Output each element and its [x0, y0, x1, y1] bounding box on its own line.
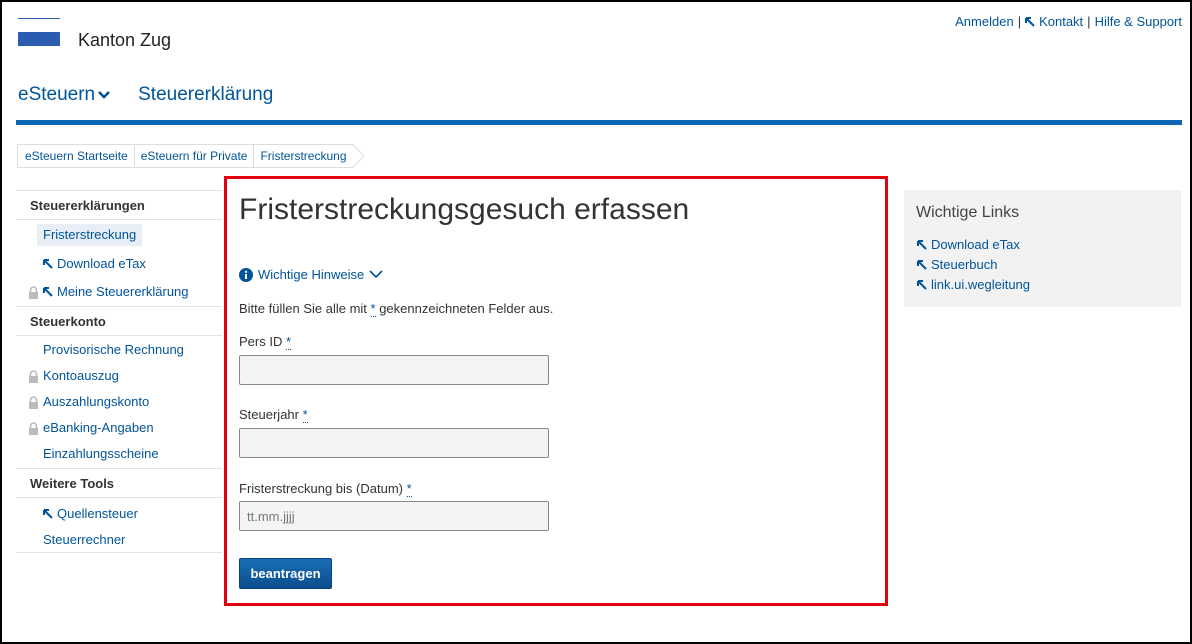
logo-mark — [18, 18, 60, 46]
lock-icon — [29, 421, 38, 435]
frist-datum-input[interactable] — [239, 501, 549, 531]
nav-divider — [16, 120, 1182, 125]
link-label: Steuerbuch — [931, 257, 998, 272]
steuerjahr-label: Steuerjahr * — [239, 407, 308, 423]
hints-label: Wichtige Hinweise — [258, 267, 365, 282]
frist-datum-label: Fristerstreckung bis (Datum) * — [239, 481, 412, 497]
sidebar: Steuererklärungen Fristerstreckung Downl… — [16, 190, 222, 553]
beantragen-button[interactable]: beantragen — [239, 558, 332, 589]
sidebar-item-label: Download eTax — [57, 256, 146, 271]
chevron-down-icon — [98, 91, 111, 99]
nav-esteuern-label: eSteuern — [18, 84, 96, 105]
hints-toggle[interactable]: Wichtige Hinweise — [239, 267, 383, 282]
sidebar-item-label: eBanking-Angaben — [43, 420, 154, 435]
sidebar-item-einzahlungsscheine[interactable]: Einzahlungsscheine — [16, 441, 222, 467]
sidebar-item-meine-steuererklaerung[interactable]: Meine Steuererklärung — [16, 279, 222, 305]
sidebar-item-label: Kontoauszug — [43, 368, 119, 383]
sidebar-item-ebanking-angaben[interactable]: eBanking-Angaben — [16, 415, 222, 441]
sidebar-item-download-etax[interactable]: Download eTax — [16, 251, 222, 277]
sidebar-item-steuerrechner[interactable]: Steuerrechner — [16, 527, 222, 553]
sidebar-item-label: Quellensteuer — [57, 506, 138, 521]
sidebar-section-steuerkonto: Steuerkonto — [16, 306, 222, 336]
nav-steuererklaerung[interactable]: Steuererklärung — [138, 84, 273, 106]
required-star: * — [285, 334, 292, 350]
breadcrumb-item-fristerstreckung[interactable]: Fristerstreckung — [253, 144, 353, 168]
sidebar-item-fristerstreckung[interactable]: Fristerstreckung — [16, 222, 222, 248]
pers-id-input[interactable] — [239, 355, 549, 385]
important-links-title: Wichtige Links — [916, 204, 1020, 221]
logo-text: Kanton Zug — [78, 30, 172, 50]
sidebar-item-label: Steuerrechner — [43, 531, 126, 547]
sidebar-item-label: Provisorische Rechnung — [43, 342, 184, 357]
login-link[interactable]: Anmelden — [955, 14, 1014, 29]
external-arrow-icon — [1025, 17, 1035, 27]
lock-icon — [29, 369, 38, 383]
chevron-down-icon — [369, 270, 383, 279]
external-arrow-icon — [917, 279, 927, 290]
steuerjahr-input[interactable] — [239, 428, 549, 458]
pers-id-label: Pers ID * — [239, 334, 292, 350]
link-label: link.ui.wegleitung — [931, 277, 1031, 292]
sidebar-item-quellensteuer[interactable]: Quellensteuer — [16, 501, 222, 527]
sidebar-section-weitere-tools: Weitere Tools — [16, 468, 222, 498]
help-link[interactable]: Hilfe & Support — [1095, 14, 1182, 29]
link-download-etax[interactable]: Download eTax — [917, 237, 1020, 252]
link-wegleitung[interactable]: link.ui.wegleitung — [917, 277, 1030, 292]
contact-link[interactable]: Kontakt — [1025, 14, 1083, 29]
breadcrumb-arrow-tip — [352, 144, 365, 168]
link-steuerbuch[interactable]: Steuerbuch — [917, 257, 998, 272]
external-arrow-icon — [917, 259, 927, 270]
page-title: Fristerstreckungsgesuch erfassen — [239, 193, 690, 226]
separator: | — [1087, 14, 1091, 29]
breadcrumb-item-startseite[interactable]: eSteuern Startseite — [17, 144, 134, 168]
nav-esteuern[interactable]: eSteuern — [18, 84, 111, 106]
required-star: * — [406, 481, 412, 497]
important-links-box: Wichtige Links Download eTax Steuerbuch … — [904, 190, 1181, 307]
contact-label: Kontakt — [1039, 14, 1084, 29]
sidebar-section-steuererklaerungen: Steuererklärungen — [16, 190, 222, 220]
sidebar-item-auszahlungskonto[interactable]: Auszahlungskonto — [16, 389, 222, 415]
info-icon — [239, 267, 253, 282]
kanton-zug-logo[interactable]: Kanton Zug — [18, 18, 171, 50]
top-links: Anmelden | Kontakt | Hilfe & Support — [955, 14, 1182, 29]
sidebar-item-provisorische-rechnung[interactable]: Provisorische Rechnung — [16, 337, 222, 363]
breadcrumb: eSteuern Startseite eSteuern für Private… — [17, 144, 365, 168]
external-arrow-icon — [43, 509, 53, 519]
link-label: Download eTax — [931, 237, 1020, 252]
sidebar-item-label: Auszahlungskonto — [43, 394, 150, 409]
external-arrow-icon — [43, 259, 53, 269]
separator: | — [1017, 14, 1022, 29]
focus-highlight-frame — [224, 176, 888, 606]
sidebar-item-kontoauszug[interactable]: Kontoauszug — [16, 363, 222, 389]
lock-icon — [29, 395, 38, 409]
breadcrumb-item-private[interactable]: eSteuern für Private — [133, 144, 254, 168]
lock-icon — [29, 285, 38, 299]
sidebar-item-label: Meine Steuererklärung — [57, 284, 189, 299]
sidebar-item-label: Fristerstreckung — [37, 224, 143, 246]
main-nav: eSteuern Steuererklärung — [18, 84, 301, 106]
sidebar-item-label: Einzahlungsscheine — [43, 446, 159, 461]
external-arrow-icon — [43, 287, 53, 297]
required-star: * — [302, 407, 308, 423]
external-arrow-icon — [917, 239, 927, 250]
required-fields-note: Bitte füllen Sie alle mit * gekennzeichn… — [239, 301, 554, 317]
